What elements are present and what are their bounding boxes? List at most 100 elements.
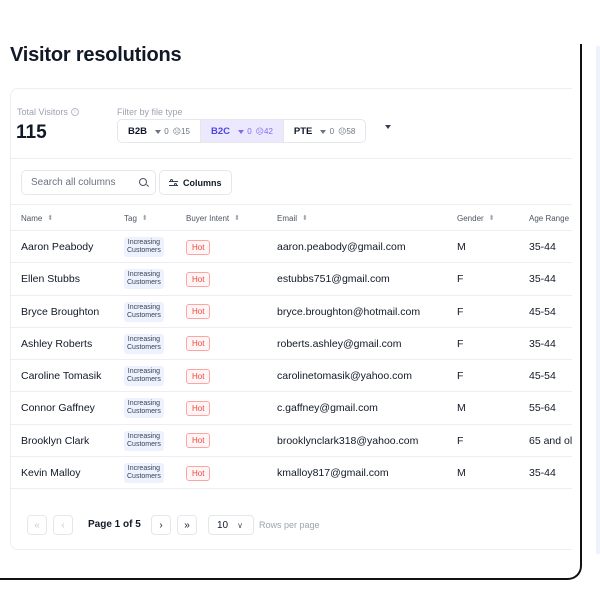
intent-badge: Hot (186, 336, 211, 352)
cell-email: aaron.peabody@gmail.com (277, 241, 406, 253)
cell-email: carolinetomasik@yahoo.com (277, 370, 412, 383)
sort-icon: ⬍ (47, 215, 54, 222)
table-row[interactable]: Bryce Broughton Increasing Customers Hot … (11, 296, 572, 328)
cell-intent: Hot (186, 296, 211, 328)
cell-intent: Hot (186, 425, 211, 457)
table-row[interactable]: Kevin Malloy Increasing Customers Hot kma… (11, 457, 572, 490)
rows-per-page-value: 10 (217, 519, 229, 531)
sort-icon: ⬍ (302, 215, 308, 222)
cell-email: roberts.ashley@gmail.com (277, 337, 402, 350)
segment-pte[interactable]: PTE 0 ☹58 (284, 120, 365, 142)
cell-age: 35-44 (529, 241, 556, 253)
last-page-button[interactable]: » (177, 515, 197, 535)
columns-button-label: Columns (183, 177, 222, 188)
cell-age: 55-64 (529, 402, 556, 415)
segment-b2b[interactable]: B2B 0 ☹15 (118, 120, 200, 142)
cell-name: Ashley Roberts (21, 337, 93, 350)
sliders-icon (169, 179, 178, 187)
cell-gender: F (457, 337, 464, 350)
segment-name: B2B (128, 125, 148, 137)
filter-icon (320, 129, 327, 134)
total-visitors-label: Total Visitors i (17, 107, 79, 117)
intent-badge: Hot (186, 304, 211, 320)
header-label: Age Range (529, 213, 570, 223)
filter-count: 0 (247, 126, 252, 136)
cell-gender: F (457, 370, 464, 383)
prev-page-button[interactable]: ‹ (53, 515, 73, 535)
filter-count: 0 (164, 126, 169, 136)
info-icon[interactable]: i (70, 108, 79, 116)
cell-gender: F (457, 434, 464, 447)
cell-intent: Hot (186, 263, 211, 295)
table-toolbar: Columns (11, 159, 572, 205)
intent-badge: Hot (186, 433, 211, 449)
column-header-email[interactable]: Email ⬍ (277, 205, 308, 231)
first-page-button[interactable]: « (27, 515, 47, 535)
next-page-button[interactable]: › (151, 515, 171, 535)
pagination: « ‹ Page 1 of 5 › » 10 ∨ Rows per page (11, 504, 572, 549)
filter-count: 0 (329, 126, 335, 136)
page-title: Visitor resolutions (10, 44, 182, 66)
cell-email: c.gaffney@gmail.com (277, 402, 378, 415)
cell-gender: M (457, 402, 466, 415)
cell-intent: Hot (186, 360, 211, 392)
table-row[interactable]: Aaron Peabody Increasing Customers Hot aa… (11, 231, 572, 264)
search-input[interactable] (21, 170, 156, 195)
column-header-gender[interactable]: Gender ⬍ (457, 205, 495, 231)
column-header-name[interactable]: Name ⬍ (21, 205, 53, 231)
segment-b2c[interactable]: B2C 0 ☹42 (200, 120, 283, 142)
intent-badge: Hot (186, 400, 211, 416)
columns-button[interactable]: Columns (159, 170, 232, 195)
column-header-age-range[interactable]: Age Range (529, 205, 569, 231)
rows-per-page-select[interactable]: 10 ∨ (208, 515, 254, 535)
column-header-buyer-intent[interactable]: Buyer Intent ⬍ (186, 205, 240, 231)
chevron-down-icon[interactable] (385, 125, 391, 129)
column-header-tag[interactable]: Tag ⬍ (124, 205, 148, 231)
visitors-card: Total Visitors i 115 Filter by file type… (10, 88, 572, 550)
table-row[interactable]: Ashley Roberts Increasing Customers Hot r… (11, 328, 572, 361)
header-label: Name (21, 213, 43, 223)
cell-email: kmalloy817@gmail.com (277, 467, 389, 480)
page-indicator: Page 1 of 5 (88, 519, 141, 530)
rows-per-page-label: Rows per page (259, 520, 320, 530)
table-header: Name ⬍ Tag ⬍ Buyer Intent ⬍ Email ⬍ Gender ⬍ … (11, 205, 572, 231)
table-row[interactable]: Brooklyn Clark Increasing Customers Hot b… (11, 425, 572, 458)
cell-name: Ellen Stubbs (21, 273, 80, 286)
cell-gender: F (457, 273, 464, 286)
cell-age: 65 and ol (529, 434, 572, 447)
cell-name: Caroline Tomasik (21, 370, 102, 383)
table-row[interactable]: Caroline Tomasik Increasing Customers Hot… (11, 360, 572, 393)
file-type-filter: B2B 0 ☹15 B2C 0 ☹42 PTE 0 ☹58 (117, 119, 367, 143)
cell-tag: Increasing Customers (124, 360, 164, 392)
tag-badge: Increasing Customers (124, 398, 164, 419)
visitors-table: Name ⬍ Tag ⬍ Buyer Intent ⬍ Email ⬍ Gender ⬍ … (11, 205, 572, 490)
sort-icon: ⬍ (234, 215, 241, 222)
cell-gender: M (457, 467, 466, 480)
filter-label: Filter by file type (117, 107, 183, 117)
cell-intent: Hot (186, 231, 211, 263)
cell-name: Bryce Broughton (21, 305, 100, 318)
cell-intent: Hot (186, 328, 211, 360)
cell-gender: M (457, 241, 466, 253)
cell-name: Brooklyn Clark (21, 434, 90, 447)
user-icon: ☹ (255, 126, 264, 136)
total-visitors-value: 115 (16, 122, 47, 143)
user-count: 42 (264, 126, 273, 136)
sort-icon: ⬍ (488, 215, 495, 222)
intent-badge: Hot (186, 368, 211, 384)
intent-badge: Hot (186, 271, 211, 287)
cell-tag: Increasing Customers (124, 328, 164, 360)
tag-badge: Increasing Customers (124, 269, 164, 290)
table-row[interactable]: Ellen Stubbs Increasing Customers Hot est… (11, 263, 572, 296)
user-count: 15 (181, 126, 190, 136)
table-row[interactable]: Connor Gaffney Increasing Customers Hot c… (11, 392, 572, 425)
chevron-down-icon: ∨ (237, 520, 243, 530)
intent-badge: Hot (186, 239, 211, 255)
segment-name: PTE (293, 125, 313, 137)
cell-name: Kevin Malloy (21, 467, 81, 480)
tag-badge: Increasing Customers (124, 430, 164, 451)
total-visitors-label-text: Total Visitors (17, 107, 68, 117)
filter-icon (237, 129, 244, 134)
cell-email: brooklynclark318@yahoo.com (277, 434, 419, 447)
cell-email: estubbs751@gmail.com (277, 273, 390, 286)
